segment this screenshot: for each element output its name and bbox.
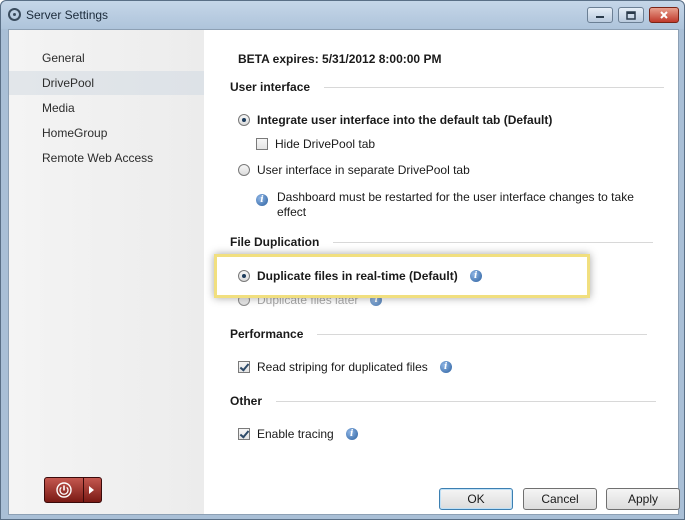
sidebar-item-remote-web-access[interactable]: Remote Web Access — [9, 146, 204, 170]
enable-tracing-checkbox[interactable] — [238, 428, 250, 440]
sidebar: General DrivePool Media HomeGroup Remote… — [9, 30, 204, 514]
read-striping-checkbox[interactable] — [238, 361, 250, 373]
separate-ui-label: User interface in separate DrivePool tab — [257, 163, 470, 177]
integrate-ui-option[interactable]: Integrate user interface into the defaul… — [238, 113, 552, 127]
app-icon — [8, 8, 21, 21]
integrate-ui-radio[interactable] — [238, 114, 250, 126]
info-icon: i — [256, 194, 268, 206]
info-icon[interactable]: i — [439, 361, 452, 373]
section-file-duplication: File Duplication — [230, 235, 654, 249]
info-icon[interactable]: i — [469, 270, 482, 282]
hide-drivepool-tab-checkbox[interactable] — [256, 138, 268, 150]
read-striping-label: Read striping for duplicated files — [257, 360, 428, 374]
separate-ui-radio[interactable] — [238, 164, 250, 176]
enable-tracing-label: Enable tracing — [257, 427, 334, 441]
section-heading: User interface — [230, 80, 311, 94]
section-heading: Performance — [230, 327, 304, 341]
close-icon — [660, 11, 668, 19]
window-title: Server Settings — [26, 8, 109, 22]
power-button[interactable] — [44, 477, 102, 503]
power-button-divider — [83, 478, 84, 502]
ok-button[interactable]: OK — [439, 488, 513, 510]
duplicate-realtime-option[interactable]: Duplicate files in real-time (Default) i — [238, 269, 482, 283]
restart-note-text: Dashboard must be restarted for the user… — [277, 190, 634, 219]
sidebar-item-drivepool[interactable]: DrivePool — [9, 71, 204, 95]
title-bar[interactable]: Server Settings — [1, 1, 684, 29]
power-icon — [56, 482, 72, 498]
sidebar-item-homegroup[interactable]: HomeGroup — [9, 121, 204, 145]
duplicate-realtime-label: Duplicate files in real-time (Default) — [257, 269, 458, 283]
read-striping-option[interactable]: Read striping for duplicated files i — [238, 360, 452, 374]
arrow-right-icon[interactable] — [89, 486, 94, 494]
section-divider — [333, 241, 654, 243]
maximize-button[interactable] — [618, 7, 644, 23]
enable-tracing-option[interactable]: Enable tracing i — [238, 427, 358, 441]
minimize-icon — [596, 16, 604, 18]
close-button[interactable] — [649, 7, 679, 23]
sidebar-item-media[interactable]: Media — [9, 96, 204, 120]
beta-expiry-text: BETA expires: 5/31/2012 8:00:00 PM — [238, 52, 442, 66]
minimize-button[interactable] — [587, 7, 613, 23]
section-other: Other — [230, 394, 657, 408]
section-divider — [317, 333, 648, 335]
integrate-ui-label: Integrate user interface into the defaul… — [257, 113, 553, 127]
section-heading: Other — [230, 394, 263, 408]
settings-content: BETA expires: 5/31/2012 8:00:00 PM User … — [204, 30, 680, 514]
section-performance: Performance — [230, 327, 648, 341]
separate-ui-option[interactable]: User interface in separate DrivePool tab — [238, 163, 470, 177]
maximize-icon — [626, 10, 636, 20]
info-icon[interactable]: i — [345, 428, 358, 440]
duplicate-realtime-radio[interactable] — [238, 270, 250, 282]
section-heading: File Duplication — [230, 235, 320, 249]
apply-button[interactable]: Apply — [606, 488, 680, 510]
hide-drivepool-tab-option[interactable]: Hide DrivePool tab — [256, 137, 375, 151]
section-user-interface: User interface — [230, 80, 665, 94]
server-settings-window: Server Settings General DrivePool Media … — [0, 0, 685, 520]
section-divider — [276, 400, 657, 402]
cancel-button[interactable]: Cancel — [523, 488, 597, 510]
section-divider — [324, 86, 665, 88]
client-area: General DrivePool Media HomeGroup Remote… — [8, 29, 680, 515]
sidebar-item-general[interactable]: General — [9, 46, 204, 70]
hide-drivepool-tab-label: Hide DrivePool tab — [275, 137, 376, 151]
